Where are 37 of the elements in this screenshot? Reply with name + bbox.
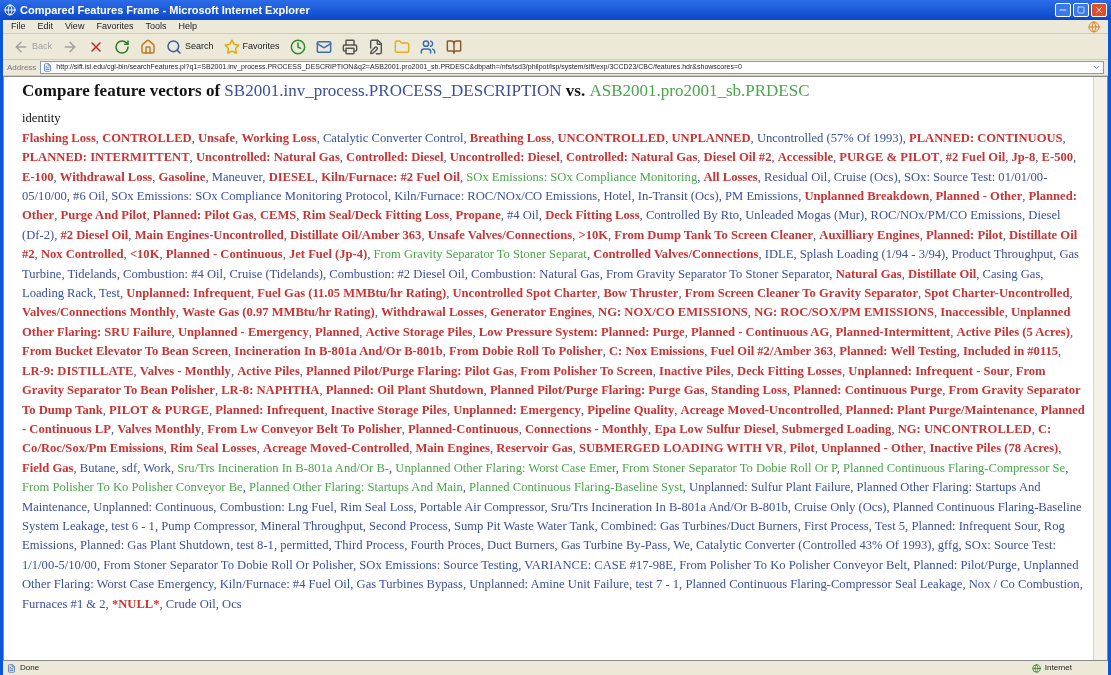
- home-icon: [140, 38, 156, 55]
- toolbar-button[interactable]: Search: [164, 38, 216, 55]
- address-label: Address: [7, 61, 37, 74]
- people-icon: [419, 38, 436, 55]
- globe-icon: [1031, 663, 1041, 673]
- close-icon: [1094, 5, 1104, 15]
- status-text: Done: [20, 662, 40, 674]
- scrollbar[interactable]: [1093, 77, 1107, 660]
- menu-item[interactable]: View: [65, 19, 85, 34]
- toolbar-button[interactable]: [138, 38, 158, 55]
- menu-item[interactable]: Favorites: [96, 19, 134, 34]
- menu-item[interactable]: Tools: [145, 19, 167, 34]
- maximize-button[interactable]: [1073, 3, 1089, 17]
- window-title: Compared Features Frame - Microsoft Internet Explorer: [20, 2, 310, 18]
- document-icon: [367, 38, 384, 55]
- book-icon: [445, 38, 462, 55]
- section-label: identity: [22, 110, 62, 128]
- toolbar-button[interactable]: [112, 38, 132, 55]
- toolbar-button[interactable]: Favorites: [221, 38, 282, 55]
- maximize-icon: [1077, 6, 1085, 14]
- menu-item[interactable]: Edit: [37, 19, 54, 34]
- printer-icon: [341, 38, 358, 55]
- page-icon: [7, 663, 16, 673]
- refresh-icon: [114, 38, 130, 55]
- folder-icon: [393, 38, 410, 55]
- feature-list: Flashing Loss, CONTROLLED, Unsafe, Working Loss, Catalytic Converter Control, Breathing Loss, UNCONTROLLED, UNPLANNED, Uncontrolled (57% Of 1993), PLANNED: CONTINUOUS, PLANNED: INTERMITTENT, Uncontrolled: Natural Gas, Controlled: Diesel, Uncontrolled: Diesel, Controlled: Natural Gas, Diesel Oil #2, Accessible, PURGE & PILOT, #2 Fuel Oil, Jp-8, E-500, E-100, Withdrawal Loss, Gasoline, Maneuver, DIESEL, Kiln/Furnace: #2 Fuel Oil, SOx Emissions: SOx Compliance Monitoring, All Losses, Residual Oil, Cruise (Ocs), SOx: Source Test: 01/01/00-05/10/00, #6 Oil, SOx Emissions: SOx Compliance Monitoring Protocol, Kiln/Furnace: ROC/NOx/CO Emissions, Hotel, In-Transit (Ocs), PM Emissions, Unplanned Breakdown, Planned - Other, Planned: Other, Purge And Pilot, Planned: Pilot Gas, CEMS, Rim Seal/Deck Fitting Loss, Propane, #4 Oil, Deck Fitting Loss, Controlled By Rto, Unleaded Mogas (Mur), ROC/NOx/PM/CO Emissions, Diesel (Df-2), #2 Diesel Oil, Main Engines-Uncontrolled, Distillate Oil/Amber 363, Unsafe Valves/Connections, >10K, From Dump Tank To Screen Cleaner, Auxilliary Engines, Planned: Pilot, Distillate Oil #2, Nox Controlled, <10K, Planned - Continuous, Jet Fuel (Jp-4), From Gravity Separator To Stoner Separat, Controlled Valves/Connections, IDLE, Splash Loading (1/94 - 3/94), Product Throughput, Gas Turbine, Tidelands, Combustion: #4 Oil, Cruise (Tidelands), Combustion: #2 Diesel Oil, Combustion: Natural Gas, From Gravity Separator To Stoner Separator, Natural Gas, Distillate Oil, Casing Gas, Loading Rack, Test, Unplanned: Infrequent, Fuel Gas (11.05 MMBtu/hr Rating), Uncontrolled Spot Charter, Bow Thruster, From Screen Cleaner To Gravity Separator, Spot Charter-Uncontrolled, Valves/Connections Monthly, Waste Gas (0.97 MMBtu/hr Rating), Withdrawal Losses, Generator Engines, NG: NOX/CO EMISSIONS, NG: ROC/SOX/PM EMISSIONS, Inaccessible, Unplanned Other Flaring: SRU Failure, Unplanned - Emergency, Planned, Active Storage Piles, Low Pressure System: Planned: Purge, Planned - Continuous AG, Planned-Intermittent, Active Piles (5 Acres), From Bucket Elevator To Bean Screen, Incineration In B-801a And/Or B-801b, From Dobie Roll To Polisher, C: Nox Emissions, Fuel Oil #2/Amber 363, Planned: Well Testing, Included in #0115, LR-9: DISTILLATE, Valves - Monthly, Active Piles, Planned Pilot/Purge Flaring: Pilot Gas, From Polisher To Screen, Inactive Piles, Deck Fitting Losses, Unplanned: Infrequent - Sour, From Gravity Separator To Bean Polisher, LR-8: NAPHTHA, Planned: Oil Plant Shutdown, Planned Pilot/Purge Flaring: Purge Gas, Standing Loss, Planned: Continuous Purge, From Gravity Separator To Dump Tank, PILOT & PURGE, Planned: Infrequent, Inactive Storage Piles, Unplanned: Emergency, Pipeline Quality, Acreage Moved-Uncontrolled, Planned: Plant Purge/Maintenance, Planned - Continuous LP, Valves Monthly, From Lw Conveyor Belt To Polisher, Planned-Continuous, Connections - Monthly, Epa Low Sulfur Diesel, Submerged Loading, NG: UNCONTROLLED, C: Co/Roc/Sox/Pm Emissions, Rim Seal Losses, Acreage Moved-Controlled, Main Engines, Reservoir Gas, SUBMERGED LOADING WITH VR, Pilot, Unplanned - Other, Inactive Piles (78 Acres), Field Gas, Butane, sdf, Work, Sru/Trs Incineration In B-801a And/Or B-, Unplanned Other Flaring: Worst Case Emer, From Stoner Separator To Dobie Roll Or P, Planned Continuous Flaring-Compressor Se, From Polisher To Ko Polisher Conveyor Be, Planned Other Flaring: Startups And Main, Planned Continuous Flaring-Baseline Syst, Unplanned: Sulfur Plant Failure, Planned Other Flaring: Startups And Maintenance, Unplanned: Continuous, Combustion: Lng Fuel, Rim Seal Loss, Portable Air Compressor, Sru/Trs Incineration In B-801a And/Or B-801b, Cruise Only (Ocs), Planned Continuous Flaring-Baseline System Leakage, test 6 - 1, Pump Compressor, Mineral Throughput, Second Process, Sump Pit Waste Water Tank, Combined: Gas Turbines/Duct Burners, First Process, Test 5, Planned: Infrequent Sour, Rog Emissions, Planned: Gas Plant Shutdown, test 8-1, permitted, Third Process, Fourth Proces, Duct Burners, Gas Turbine By-Pass, We, Catalytic Converter (Controlled 43% Of 1993), gffg, SOx: Source Test: 1/1/00-5/10/00, From Stoner Separator To Dobie Roll Or Polisher, SOx Emissions: Source Testing, VARIANCE: CASE #17-98E, From Polisher To Ko Polisher Conveyor Belt, Planned: Pilot/Purge, Unplanned Other Flaring: Worst Case Emergency, Kiln/Furnace: #4 Fuel Oil, Gas Turbines Bypass, Unplanned: Amine Unit Failure, test 7 - 1, Planned Continuous Flaring-Compressor Seal Leakage, Nox / Co Combustion, Furnaces #1 & 2, *NULL*, Crude Oil, Ocs: [22, 128, 1085, 614]
- history-icon: [289, 38, 306, 55]
- close-button[interactable]: [1091, 3, 1107, 17]
- mail-icon: [315, 38, 332, 55]
- minimize-button[interactable]: [1055, 3, 1071, 17]
- menu-item[interactable]: Help: [178, 19, 197, 34]
- menu-item[interactable]: File: [11, 19, 26, 34]
- page-heading: Compare feature vectors of SB2001.inv_process.PROCESS_DESCRIPTION vs. ASB2001.pro2001_sb.PRDESC: [22, 81, 811, 101]
- search-icon: [166, 38, 182, 55]
- zone-text: Internet: [1044, 662, 1072, 674]
- star-icon: [223, 38, 240, 55]
- page-icon: [43, 63, 53, 72]
